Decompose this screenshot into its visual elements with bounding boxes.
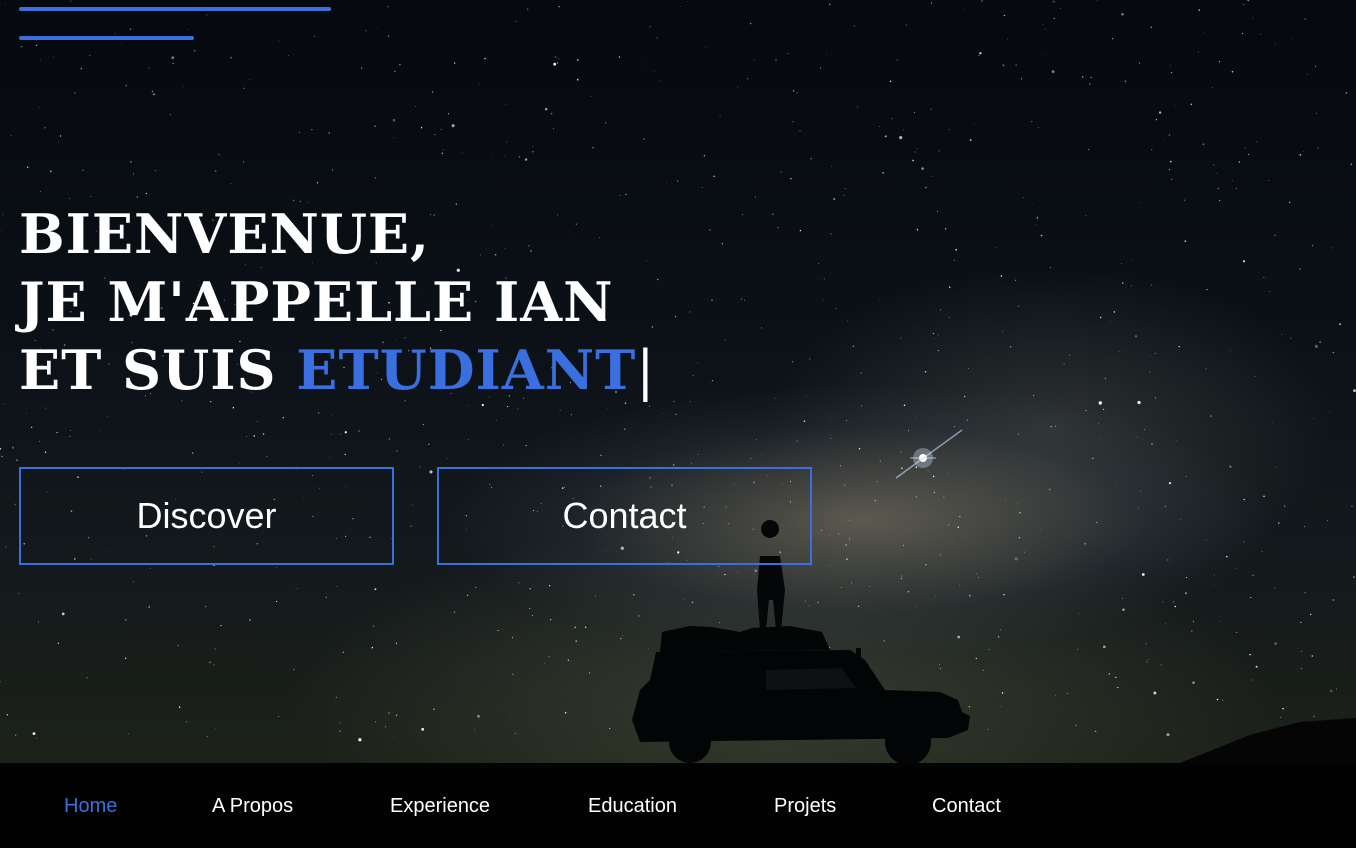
nav-item-contact[interactable]: Contact (932, 795, 1001, 818)
nav-item-experience[interactable]: Experience (390, 795, 490, 818)
hamburger-menu-icon[interactable] (19, 7, 339, 47)
menu-bar-top (19, 7, 331, 11)
headline-line-3-prefix: ET SUIS (19, 338, 297, 402)
nav-item-a-propos[interactable]: A Propos (212, 795, 293, 818)
headline-line-3: ET SUIS ETUDIANT| (19, 336, 655, 405)
nav-item-home[interactable]: Home (64, 795, 117, 818)
bottom-navbar: Home A Propos Experience Education Proje… (0, 763, 1356, 848)
menu-bar-bottom (19, 36, 194, 40)
nav-item-projets[interactable]: Projets (774, 795, 836, 818)
headline-typed-word: ETUDIANT (296, 338, 637, 402)
hero-section: BIENVENUE, JE M'APPELLE IAN ET SUIS ETUD… (0, 0, 1356, 763)
headline-line-1: BIENVENUE, (19, 202, 430, 266)
nav-item-education[interactable]: Education (588, 795, 677, 818)
discover-button[interactable]: Discover (19, 467, 394, 565)
hero-headline: BIENVENUE, JE M'APPELLE IAN ET SUIS ETUD… (19, 200, 655, 405)
headline-line-2: JE M'APPELLE IAN (19, 270, 614, 334)
contact-button[interactable]: Contact (437, 467, 812, 565)
typing-cursor: | (636, 339, 656, 402)
